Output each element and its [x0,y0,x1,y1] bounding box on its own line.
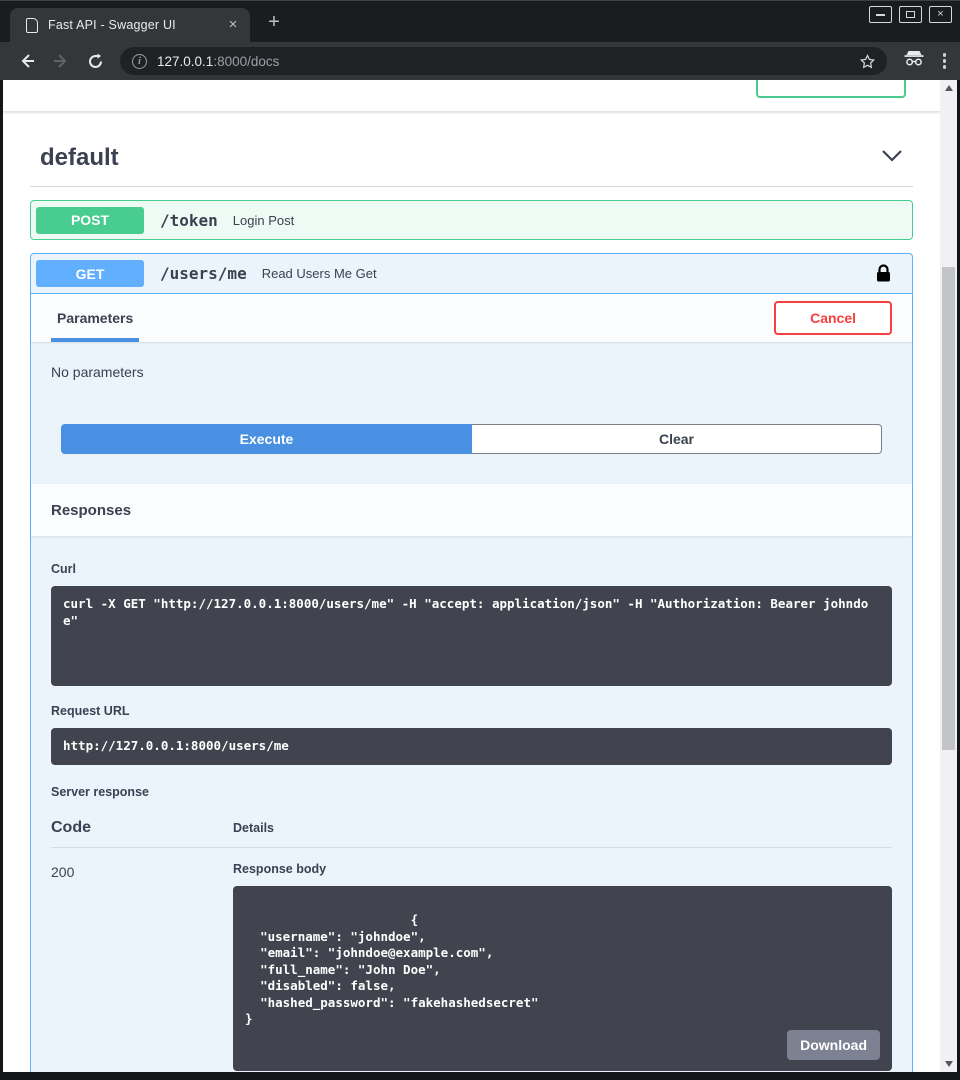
execute-row: Execute Clear [31,380,912,484]
authorize-button[interactable] [756,80,906,98]
curl-label: Curl [51,562,892,576]
swagger-page: default POST /token Login Post [3,80,940,1072]
cancel-button[interactable]: Cancel [774,301,892,335]
request-url-label: Request URL [51,704,892,718]
op-path-users-me: /users/me [160,264,247,283]
scheme-section-bottom [3,80,940,112]
maximize-button[interactable] [899,6,922,23]
tag-title: default [40,144,119,172]
titlebar: Fast API - Swagger UI × + × [0,0,960,42]
url-text: 127.0.0.1:8000/docs [157,54,279,69]
viewport: default POST /token Login Post [0,80,960,1080]
responses-title: Responses [51,502,131,519]
details-column-header: Details [233,811,892,848]
parameters-header: Parameters Cancel [31,294,912,342]
opblock-summary-post[interactable]: POST /token Login Post [31,201,912,239]
scrollbar-thumb[interactable] [942,267,955,750]
server-response-table: Code Details 200 Response body [51,811,892,1072]
responses-section: Curl curl -X GET "http://127.0.0.1:8000/… [31,536,912,1072]
response-details: Response body { "username": "johndoe", "… [233,847,892,1072]
reload-icon[interactable] [81,47,109,75]
method-badge-post: POST [36,207,144,234]
site-info-icon[interactable]: i [132,54,147,69]
toolbar-right [903,49,951,73]
tab-parameters[interactable]: Parameters [51,298,139,342]
status-code: 200 [51,847,233,1072]
curl-command: curl -X GET "http://127.0.0.1:8000/users… [51,586,892,686]
forward-icon[interactable] [47,47,75,75]
back-icon[interactable] [13,47,41,75]
minimize-icon [876,14,885,16]
responses-header: Responses [31,484,912,536]
op-summary-read-users: Read Users Me Get [262,266,377,281]
page-scrollbar[interactable] [940,80,957,1072]
url-host: 127.0.0.1 [157,54,213,69]
browser-menu-icon[interactable] [939,49,951,73]
swagger-content: default POST /token Login Post [3,112,940,1072]
minimize-button[interactable] [869,6,892,23]
response-body-label: Response body [233,862,892,876]
page-favicon-icon [26,18,38,33]
code-column-header: Code [51,811,233,848]
new-tab-button[interactable]: + [262,11,286,35]
tab-title: Fast API - Swagger UI [48,18,218,32]
op-summary-login-post: Login Post [233,213,294,228]
response-row-200: 200 Response body { "username": "johndoe… [51,847,892,1072]
opblock-summary-get[interactable]: GET /users/me Read Users Me Get [31,254,912,294]
maximize-icon [906,11,915,18]
clear-button[interactable]: Clear [472,424,882,454]
scroll-down-icon[interactable] [940,1056,957,1072]
address-bar[interactable]: i 127.0.0.1:8000/docs [120,47,887,75]
auth-lock-icon[interactable] [876,264,891,283]
close-button[interactable]: × [929,6,952,23]
chevron-down-icon[interactable] [881,149,903,168]
download-button[interactable]: Download [787,1030,880,1060]
url-path: :8000/docs [213,54,279,69]
scroll-up-icon[interactable] [940,80,957,96]
browser-window: Fast API - Swagger UI × + × i 127.0.0.1:… [0,0,960,1080]
tag-section-default[interactable]: default [30,130,913,187]
execute-button[interactable]: Execute [61,424,472,454]
opblock-post-token: POST /token Login Post [30,200,913,240]
tab-close-icon[interactable]: × [224,16,242,34]
request-url-value: http://127.0.0.1:8000/users/me [51,728,892,765]
response-body-block: { "username": "johndoe", "email": "johnd… [233,886,892,1071]
no-parameters-text: No parameters [31,342,912,380]
opblock-get-users-me: GET /users/me Read Users Me Get Paramete… [30,253,913,1072]
window-controls: × [869,6,952,23]
server-response-label: Server response [51,785,892,799]
browser-tab[interactable]: Fast API - Swagger UI × [10,8,250,42]
bookmark-star-icon[interactable] [857,50,879,72]
op-path-token: /token [160,211,218,230]
response-body-json: { "username": "johndoe", "email": "johnd… [245,912,539,1026]
browser-toolbar: i 127.0.0.1:8000/docs [0,42,960,80]
incognito-icon [903,50,925,72]
method-badge-get: GET [36,260,144,287]
